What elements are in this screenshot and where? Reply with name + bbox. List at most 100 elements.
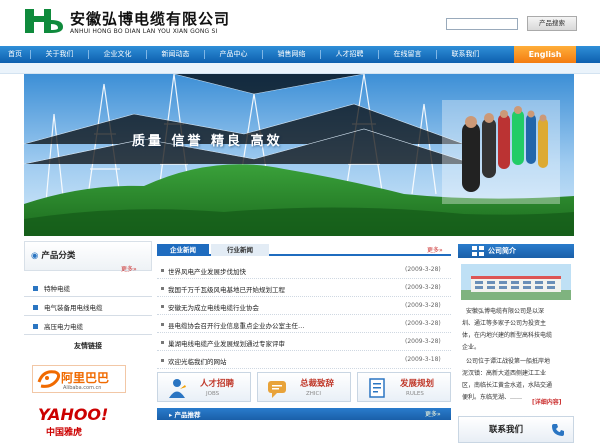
news-item[interactable]: 我国千万千瓦级风电基地已开始规划工程 (2009-3-28): [157, 280, 451, 297]
bullet-icon: ◉: [31, 251, 42, 261]
news-date: (2009-3-28): [405, 266, 441, 273]
company-building-image: [461, 264, 571, 300]
development-plan-label-en: RULES: [406, 391, 424, 397]
bullet-icon: [161, 269, 164, 272]
ceo-speech-button[interactable]: 总裁致辞 ZHICI: [257, 372, 351, 402]
news-date: (2009-3-28): [405, 320, 441, 327]
product-search-button[interactable]: 产品搜索: [527, 16, 577, 31]
intro-text: 企业。: [462, 344, 481, 351]
alibaba-logo-icon: [37, 370, 61, 388]
phone-icon: [552, 424, 564, 436]
category-item[interactable]: 特种电缆: [24, 279, 152, 297]
yahoo-text: YAHOO!: [38, 405, 109, 424]
left-sidebar: ◉ 产品分类 更多» 特种电缆 电气装备用电线电缆 高压电力电缆 友情链接 阿里…: [24, 241, 152, 443]
speech-icon: [268, 381, 286, 398]
page: 安徽弘博电缆有限公司 ANHUI HONG BO DIAN LAN YOU XI…: [0, 0, 600, 443]
jobs-label-en: JOBS: [206, 391, 220, 397]
contact-title: 联系我们: [489, 425, 524, 435]
company-name-cn: 安徽弘博电缆有限公司: [70, 10, 231, 28]
intro-text: 体，在内地兴建的新型高科技电缆: [462, 332, 553, 339]
bullet-icon: [161, 359, 164, 362]
news-item[interactable]: 巢湖电线电缆产业发展规划通过专家评审 (2009-3-28): [157, 334, 451, 351]
jobs-button[interactable]: 人才招聘 JOBS: [157, 372, 251, 402]
nav-news[interactable]: 新闻动态: [147, 46, 204, 63]
person-icon: [169, 379, 186, 398]
company-name-en: ANHUI HONG BO DIAN LAN YOU XIAN GONG SI: [70, 28, 218, 35]
nav-products[interactable]: 产品中心: [205, 46, 262, 63]
nav-home[interactable]: 首页: [0, 46, 30, 63]
alibaba-link[interactable]: 阿里巴巴 Alibaba.com.cn: [32, 365, 126, 393]
news-item[interactable]: 县电缆协会召开行业信息重点企业办公室主任… (2009-3-28): [157, 316, 451, 333]
hero-banner: 质量 信誉 精良 高效: [24, 74, 574, 236]
ceo-speech-label: 总裁致辞: [300, 379, 335, 389]
category-title: ◉ 产品分类: [31, 251, 76, 261]
intro-text: 安徽弘博电缆有限公司是以深: [466, 308, 545, 315]
category-label: 高压电力电缆: [44, 323, 83, 331]
nav-about[interactable]: 关于我们: [31, 46, 88, 63]
product-more-link[interactable]: 更多»: [425, 409, 441, 418]
nav-culture[interactable]: 企业文化: [89, 46, 146, 63]
product-recommend-title: ▸ 产品推荐: [169, 411, 201, 419]
document-icon: [369, 378, 385, 398]
tab-industry-news[interactable]: 行业新闻: [211, 244, 269, 256]
banner-slogan: 质量 信誉 精良 高效: [132, 134, 283, 149]
category-label: 电气装备用电线电缆: [44, 304, 103, 312]
main-nav: 首页 关于我们 企业文化 新闻动态 产品中心 销售网络 人才招聘 在线留言 联系…: [0, 46, 600, 63]
category-item[interactable]: 高压电力电缆: [24, 317, 152, 335]
nav-sales[interactable]: 销售网络: [263, 46, 320, 63]
banner-image: [24, 74, 574, 236]
sub-nav-strip: [0, 63, 600, 74]
search-input[interactable]: [446, 18, 518, 30]
news-title: 安徽无为成立电线电缆行业协会: [168, 304, 259, 312]
news-date: (2009-3-18): [405, 356, 441, 363]
news-title: 巢湖电线电缆产业发展规划通过专家评审: [168, 340, 285, 348]
intro-text: 公司位于谭江战役第一船抵岸地: [466, 358, 551, 365]
contact-us-button[interactable]: 联系我们: [458, 416, 574, 443]
alibaba-domain: Alibaba.com.cn: [63, 385, 102, 391]
nav-message[interactable]: 在线留言: [379, 46, 436, 63]
bullet-icon: [33, 286, 38, 291]
bullet-icon: [33, 305, 38, 310]
tab-company-news[interactable]: 企业新闻: [157, 244, 209, 256]
news-item[interactable]: 安徽无为成立电线电缆行业协会 (2009-3-28): [157, 298, 451, 315]
news-more-link[interactable]: 更多»: [427, 245, 443, 254]
grid-icon: [472, 246, 484, 256]
bullet-icon: [33, 324, 38, 329]
nav-english-button[interactable]: English: [514, 46, 576, 63]
news-tabs: 企业新闻 行业新闻 更多»: [157, 244, 451, 256]
bullet-icon: [161, 323, 164, 326]
alibaba-text: 阿里巴巴: [61, 371, 110, 385]
category-item[interactable]: 电气装备用电线电缆: [24, 298, 152, 316]
intro-detail-link[interactable]: [详细内容]: [532, 397, 562, 406]
product-recommend-bar: ▸ 产品推荐 更多»: [157, 408, 451, 420]
ceo-speech-label-en: ZHICI: [306, 391, 321, 397]
bullet-icon: [161, 341, 164, 344]
bullet-icon: [161, 287, 164, 290]
news-column: 企业新闻 行业新闻 更多» 世界风电产业发展步伐加快 (2009-3-28) 我…: [157, 244, 451, 443]
category-more-link[interactable]: 更多»: [121, 264, 137, 273]
intro-header: 公司简介: [458, 244, 574, 258]
bullet-icon: [161, 305, 164, 308]
development-plan-label: 发展规划: [400, 379, 435, 389]
news-title: 我国千万千瓦级风电基地已开始规划工程: [168, 286, 285, 294]
header: 安徽弘博电缆有限公司 ANHUI HONG BO DIAN LAN YOU XI…: [0, 0, 600, 46]
intro-text: 圳、通江等多家子公司为投资主: [462, 320, 547, 327]
yahoo-link[interactable]: YAHOO! 中国雅虎: [36, 403, 120, 439]
category-label: 特种电缆: [44, 285, 70, 293]
company-logo-icon: [25, 9, 63, 33]
intro-title: 公司简介: [488, 247, 516, 255]
nav-contact[interactable]: 联系我们: [437, 46, 494, 63]
development-plan-button[interactable]: 发展规划 RULES: [357, 372, 451, 402]
news-title: 欢迎光临我们的网站: [168, 358, 227, 366]
category-header: ◉ 产品分类 更多»: [24, 241, 152, 273]
news-date: (2009-3-28): [405, 338, 441, 345]
news-item[interactable]: 世界风电产业发展步伐加快 (2009-3-28): [157, 262, 451, 279]
friend-links-title: 友情链接: [74, 342, 102, 350]
intro-text: 泥汊镇：高新大道西侧建江工业: [462, 370, 547, 377]
yahoo-cn-text: 中国雅虎: [46, 428, 83, 438]
intro-text: 便利。东临芜湖、……: [462, 394, 523, 401]
news-title: 世界风电产业发展步伐加快: [168, 268, 246, 276]
nav-jobs[interactable]: 人才招聘: [321, 46, 378, 63]
news-item[interactable]: 欢迎光临我们的网站 (2009-3-18): [157, 352, 451, 369]
news-date: (2009-3-28): [405, 302, 441, 309]
